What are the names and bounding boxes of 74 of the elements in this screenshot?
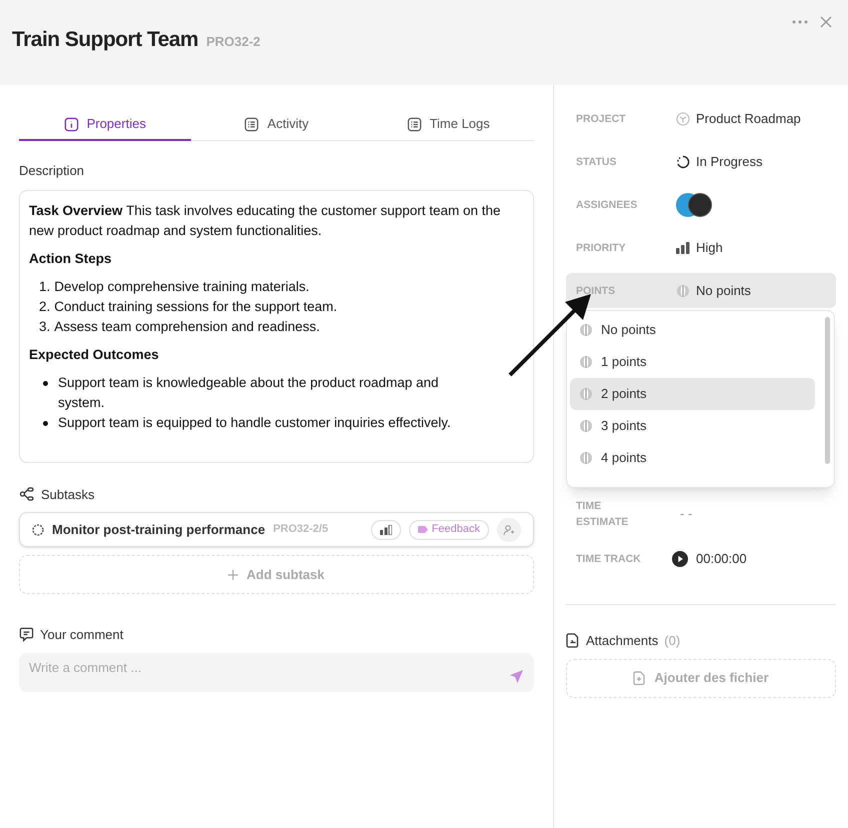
info-icon bbox=[64, 116, 79, 132]
description-box[interactable] bbox=[19, 190, 534, 462]
tab[interactable]: Properties bbox=[19, 109, 191, 141]
list-icon bbox=[406, 116, 422, 132]
file-icon bbox=[566, 633, 580, 648]
send-icon[interactable] bbox=[509, 668, 524, 684]
field-label: STATUS bbox=[576, 154, 618, 170]
project-value: Product Roadmap bbox=[696, 110, 801, 128]
list-item: Conduct training sessions for the support team. bbox=[54, 298, 338, 316]
bullet-icon bbox=[43, 380, 48, 386]
task-code: PRO32-2 bbox=[206, 33, 260, 51]
bullet-icon bbox=[43, 420, 48, 426]
signal-bars-icon bbox=[676, 242, 690, 254]
comment-box[interactable]: Write a comment ... bbox=[19, 652, 534, 692]
globe-icon bbox=[579, 355, 593, 369]
dropdown-option[interactable]: 2 points bbox=[570, 378, 815, 410]
estimate-value: - - bbox=[680, 504, 692, 523]
field-label: ASSIGNEES bbox=[576, 198, 638, 212]
subtasks-icon bbox=[19, 486, 35, 502]
signal-bars-icon bbox=[380, 524, 392, 534]
priority-value: High bbox=[696, 238, 723, 257]
plus-icon bbox=[228, 570, 238, 580]
cube-icon bbox=[676, 112, 690, 126]
list-number: 3. bbox=[39, 318, 50, 336]
list-icon bbox=[244, 116, 260, 132]
description-heading: Action Steps bbox=[29, 250, 113, 268]
globe-icon bbox=[579, 387, 593, 401]
comment-icon bbox=[19, 627, 34, 642]
section-label: Your comment bbox=[40, 626, 124, 644]
avatar bbox=[688, 192, 712, 216]
add-file-icon bbox=[633, 671, 646, 685]
task-title: Train Support Team bbox=[12, 27, 198, 53]
comment-input[interactable]: Write a comment ... bbox=[29, 658, 509, 678]
description-heading: Expected Outcomes bbox=[29, 346, 160, 364]
more-icon[interactable] bbox=[792, 20, 808, 24]
status-value: In Progress bbox=[696, 152, 762, 171]
list-item: Support team is knowledgeable about the product roadmap and system. bbox=[58, 374, 440, 412]
list-item: Support team is equipped to handle customer inquiries effectively. bbox=[58, 414, 451, 432]
globe-icon bbox=[579, 451, 593, 465]
assign-button[interactable] bbox=[497, 518, 521, 542]
list-number: 2. bbox=[39, 298, 50, 316]
list-number: 1. bbox=[39, 278, 50, 296]
subtask-row[interactable]: Monitor post-training performance PRO32-2/5 Feedback bbox=[19, 512, 534, 547]
description-paragraph: Task Overview This task involves educating the customer support team on the new product roadmap and system functionalities. bbox=[29, 202, 502, 240]
field-label: TIME ESTIMATE bbox=[576, 498, 630, 530]
attachment-count: (0) bbox=[664, 632, 680, 650]
tag-label: Feedback bbox=[432, 522, 480, 538]
field-label: POINTS bbox=[576, 284, 616, 298]
subtask-title: Monitor post-training performance bbox=[52, 520, 266, 539]
points-value: No points bbox=[696, 282, 751, 300]
globe-icon bbox=[579, 419, 593, 433]
field-row-highlight[interactable]: POINTS No points bbox=[566, 273, 836, 308]
play-icon[interactable] bbox=[672, 550, 688, 566]
progress-icon bbox=[676, 154, 690, 168]
tab[interactable]: Time Logs bbox=[362, 109, 534, 141]
section-label: Description bbox=[19, 162, 86, 180]
list-item: Assess team comprehension and readiness. bbox=[54, 318, 320, 336]
timer-value: 00:00:00 bbox=[696, 550, 747, 568]
close-icon[interactable] bbox=[820, 16, 832, 28]
globe-icon bbox=[579, 323, 593, 337]
globe-icon bbox=[676, 284, 690, 298]
list-item: Develop comprehensive training materials. bbox=[54, 278, 310, 296]
subtask-code: PRO32-2/5 bbox=[273, 522, 328, 538]
add-user-icon bbox=[503, 524, 515, 536]
tab[interactable]: Activity bbox=[190, 109, 362, 141]
section-label: Attachments bbox=[586, 632, 658, 650]
field-label: TIME TRACK bbox=[576, 552, 642, 566]
field-label: PRIORITY bbox=[576, 240, 627, 256]
progress-icon bbox=[32, 524, 44, 536]
field-label: PROJECT bbox=[576, 112, 627, 126]
tag-icon bbox=[418, 526, 428, 533]
priority-chip[interactable] bbox=[370, 520, 401, 540]
scrollbar-thumb[interactable] bbox=[825, 317, 830, 464]
section-label: Subtasks bbox=[41, 486, 94, 504]
